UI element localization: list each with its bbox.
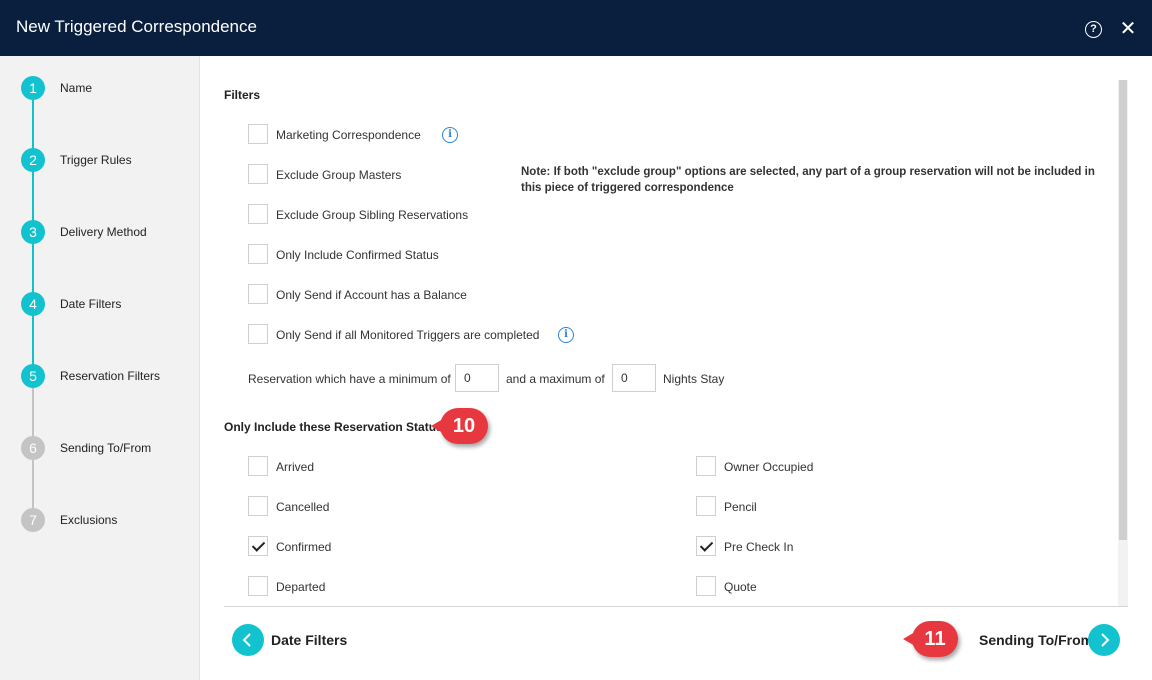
scrollbar-thumb[interactable]	[1119, 80, 1127, 540]
status-pre-check-in-checkbox[interactable]	[696, 536, 716, 556]
step-trigger-rules[interactable]: 2 Trigger Rules	[21, 148, 199, 172]
status-quote-checkbox[interactable]	[696, 576, 716, 596]
step-connector-completed	[32, 100, 34, 388]
checkbox-label: Pencil	[724, 500, 757, 514]
nights-suffix-text: Nights Stay	[663, 372, 725, 386]
checkbox-label: Exclude Group Masters	[276, 168, 402, 182]
status-cancelled-checkbox[interactable]	[248, 496, 268, 516]
chevron-left-icon	[232, 624, 264, 656]
help-circle-icon[interactable]: ?	[1085, 21, 1102, 38]
callout-badge-10: 10	[431, 408, 488, 444]
step-exclusions[interactable]: 7 Exclusions	[21, 508, 199, 532]
status-pencil-checkbox[interactable]	[696, 496, 716, 516]
status-arrived-checkbox[interactable]	[248, 456, 268, 476]
step-name[interactable]: 1 Name	[21, 76, 199, 100]
checkbox-label: Pre Check In	[724, 540, 794, 554]
status-departed-checkbox[interactable]	[248, 576, 268, 596]
step-label: Reservation Filters	[60, 369, 161, 383]
step-label: Trigger Rules	[60, 153, 132, 167]
checkbox-label: Marketing Correspondence	[276, 128, 421, 142]
step-delivery-method[interactable]: 3 Delivery Method	[21, 220, 199, 244]
checkbox-label: Departed	[276, 580, 326, 594]
only-confirmed-status-checkbox[interactable]	[248, 244, 268, 264]
step-sending-to-from[interactable]: 6 Sending To/From	[21, 436, 199, 460]
checkbox-label: Owner Occupied	[724, 460, 814, 474]
dialog-title: New Triggered Correspondence	[16, 17, 257, 36]
step-date-filters[interactable]: 4 Date Filters	[21, 292, 199, 316]
checkbox-label: Confirmed	[276, 540, 332, 554]
maximum-nights-input[interactable]	[612, 364, 656, 392]
wizard-steps-sidebar: 1 Name 2 Trigger Rules 3 Delivery Method…	[0, 56, 200, 680]
step-number: 2	[21, 148, 45, 172]
footer-divider	[224, 606, 1128, 607]
nights-middle-text: and a maximum of	[506, 372, 605, 386]
filters-heading: Filters	[224, 88, 261, 102]
minimum-nights-input[interactable]	[455, 364, 499, 392]
callout-badge-11: 11	[903, 621, 958, 657]
marketing-correspondence-checkbox[interactable]	[248, 124, 268, 144]
step-reservation-filters[interactable]: 5 Reservation Filters	[21, 364, 199, 388]
status-owner-occupied-checkbox[interactable]	[696, 456, 716, 476]
checkbox-label: Exclude Group Sibling Reservations	[276, 208, 469, 222]
account-balance-checkbox[interactable]	[248, 284, 268, 304]
previous-step-label: Date Filters	[271, 632, 348, 648]
exclude-group-masters-checkbox[interactable]	[248, 164, 268, 184]
step-label: Sending To/From	[60, 441, 152, 455]
chevron-right-icon	[1088, 624, 1120, 656]
exclude-group-siblings-checkbox[interactable]	[248, 204, 268, 224]
checkbox-label: Cancelled	[276, 500, 330, 514]
checkbox-label: Quote	[724, 580, 757, 594]
monitored-triggers-checkbox[interactable]	[248, 324, 268, 344]
previous-step-button[interactable]: Date Filters	[232, 624, 352, 658]
close-icon[interactable]: ✕	[1119, 18, 1137, 40]
nights-prefix-text: Reservation which have a minimum of	[248, 372, 451, 386]
step-label: Delivery Method	[60, 225, 147, 239]
step-number: 3	[21, 220, 45, 244]
checkbox-label: Arrived	[276, 460, 315, 474]
next-step-button[interactable]: Sending To/From	[976, 624, 1121, 658]
dialog-header: New Triggered Correspondence ? ✕	[0, 0, 1152, 56]
step-label: Exclusions	[60, 513, 118, 527]
step-number: 1	[21, 76, 45, 100]
info-circle-icon[interactable]: i	[558, 327, 574, 343]
step-number: 7	[21, 508, 45, 532]
info-circle-icon[interactable]: i	[442, 127, 458, 143]
checkbox-label: Only Include Confirmed Status	[276, 248, 439, 262]
step-number: 4	[21, 292, 45, 316]
next-step-label: Sending To/From	[979, 632, 1094, 648]
step-label: Date Filters	[60, 297, 122, 311]
step-label: Name	[60, 81, 93, 95]
step-number: 5	[21, 364, 45, 388]
checkbox-label: Only Send if all Monitored Triggers are …	[276, 328, 540, 342]
reservation-status-heading: Only Include these Reservation Status	[224, 420, 443, 434]
status-confirmed-checkbox[interactable]	[248, 536, 268, 556]
exclude-group-note: Note: If both "exclude group" options ar…	[521, 166, 1095, 194]
checkbox-label: Only Send if Account has a Balance	[276, 288, 467, 302]
step-number: 6	[21, 436, 45, 460]
